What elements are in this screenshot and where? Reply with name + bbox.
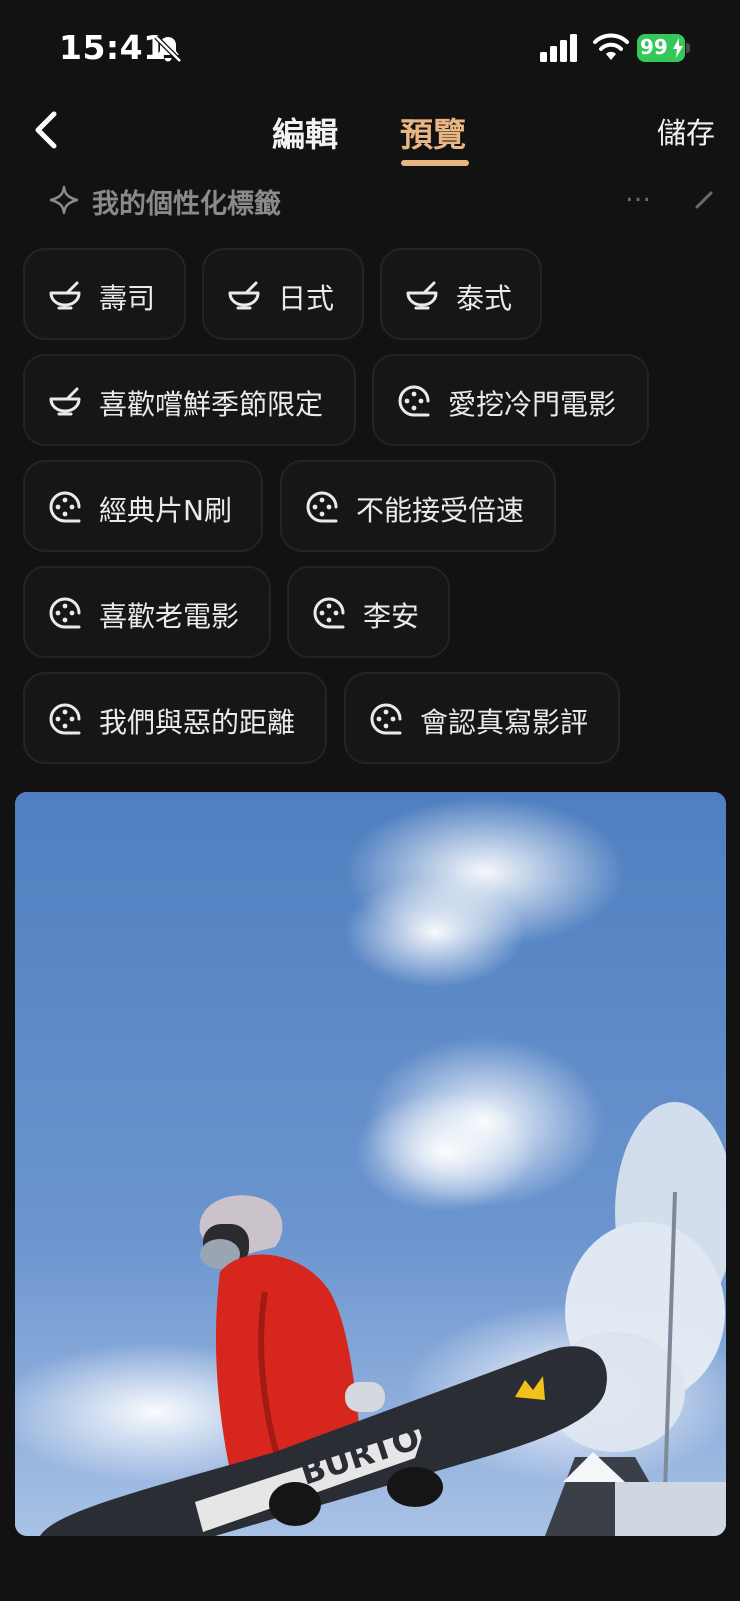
section-header: 我的個性化標籤 … [0,176,740,226]
film-reel-icon [49,703,81,735]
tag-label: 喜歡老電影 [99,600,240,633]
photo-illustration: BURTON [15,792,726,1536]
bowl-icon [228,281,260,310]
tag-item[interactable]: 泰式 [380,248,542,340]
screen: 15:41 99 編輯 預覽 儲存 我的個性化標籤 … 壽司 日式 泰式 喜歡嚐… [0,0,740,1601]
bell-slash-icon [154,35,182,63]
tag-label: 愛挖冷門電影 [448,388,617,421]
wifi-icon [593,33,629,60]
tag-item[interactable]: 不能接受倍速 [280,460,556,552]
tag-label: 壽司 [99,282,156,315]
edit-pencil-icon[interactable] [694,188,714,210]
tag-item[interactable]: 喜歡嚐鮮季節限定 [23,354,356,446]
battery-percent: 99 [640,35,668,59]
save-button[interactable]: 儲存 [657,110,715,152]
film-reel-icon [306,491,338,523]
tag-label: 喜歡嚐鮮季節限定 [99,388,324,421]
section-title: 我的個性化標籤 [92,189,281,220]
signal-icon [540,34,577,62]
active-tab-indicator [401,160,469,166]
more-button[interactable]: … [625,178,652,208]
tag-item[interactable]: 壽司 [23,248,186,340]
tag-label: 經典片N刷 [99,494,232,527]
film-reel-icon [49,597,81,629]
tag-label: 泰式 [456,282,513,315]
tag-item[interactable]: 喜歡老電影 [23,566,271,658]
tag-label: 會認真寫影評 [420,706,589,739]
tag-label: 不能接受倍速 [356,494,525,527]
battery-charging-icon: 99 [637,34,690,62]
chevron-left-icon[interactable] [32,110,62,150]
film-reel-icon [313,597,345,629]
tag-item[interactable]: 日式 [202,248,364,340]
tag-label: 我們與惡的距離 [99,706,296,739]
tag-item[interactable]: 會認真寫影評 [344,672,620,764]
bowl-icon [49,281,81,310]
bowl-icon [49,387,81,416]
tag-label: 李安 [363,600,420,633]
tag-item[interactable]: 經典片N刷 [23,460,263,552]
status-bar: 15:41 99 [0,0,740,96]
film-reel-icon [370,703,402,735]
tag-item[interactable]: 李安 [287,566,450,658]
tab-preview[interactable]: 預覽 [400,108,466,156]
tab-edit[interactable]: 編輯 [272,108,338,156]
tag-item[interactable]: 愛挖冷門電影 [372,354,649,446]
bowl-icon [406,281,438,310]
nav-bar: 編輯 預覽 儲存 [0,96,740,176]
profile-photo[interactable]: BURTON [15,792,726,1536]
film-reel-icon [398,385,430,417]
sparkle-icon [49,185,79,215]
status-time: 15:41 [59,28,167,67]
tag-item[interactable]: 我們與惡的距離 [23,672,327,764]
film-reel-icon [49,491,81,523]
tag-label: 日式 [278,282,335,315]
